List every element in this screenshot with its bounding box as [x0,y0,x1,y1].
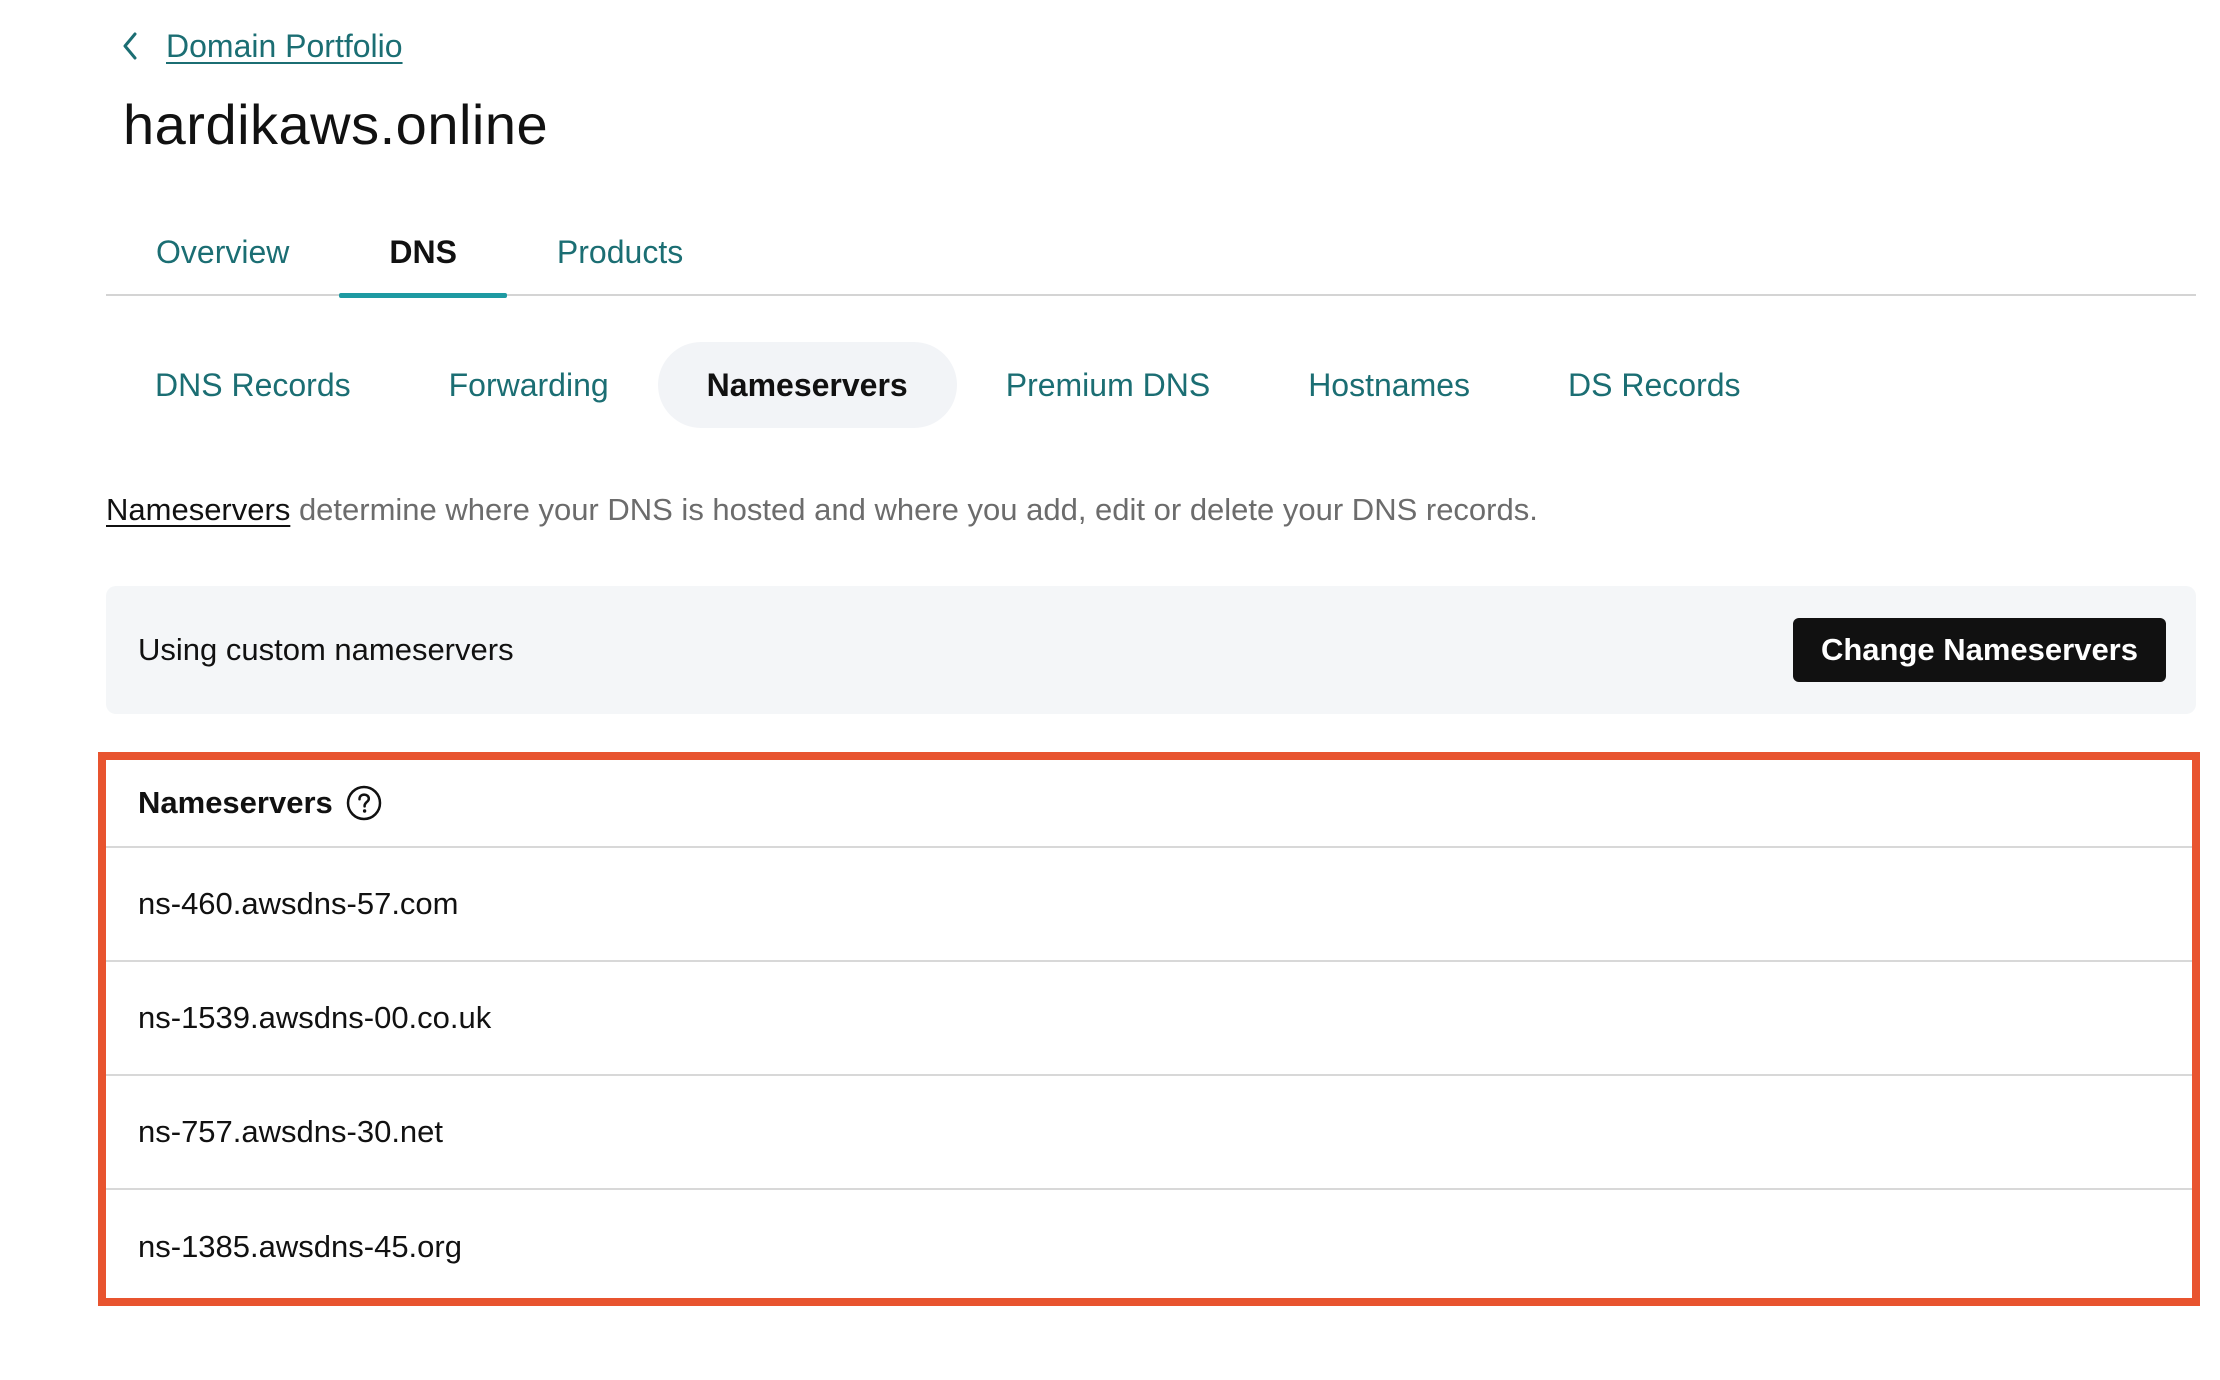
nameservers-help-link[interactable]: Nameservers [106,492,290,527]
subtab-ds-records[interactable]: DS Records [1519,342,1790,428]
subtab-premium-dns[interactable]: Premium DNS [957,342,1259,428]
subtab-hostnames[interactable]: Hostnames [1259,342,1519,428]
breadcrumb: Domain Portfolio [118,22,403,70]
nameserver-status-banner: Using custom nameservers Change Nameserv… [106,586,2196,714]
table-header: Nameservers [106,760,2192,848]
page: Domain Portfolio hardikaws.online Overvi… [0,0,2220,1380]
nameservers-header-label: Nameservers [138,785,333,820]
subtab-forwarding[interactable]: Forwarding [400,342,658,428]
tab-overview[interactable]: Overview [106,208,339,296]
tab-dns[interactable]: DNS [339,208,507,298]
change-nameservers-button[interactable]: Change Nameservers [1792,618,2166,682]
page-title: hardikaws.online [123,93,549,156]
question-circle-icon[interactable] [345,784,383,822]
subtab-dns-records[interactable]: DNS Records [106,342,400,428]
chevron-left-icon[interactable] [118,30,142,62]
table-row: ns-460.awsdns-57.com [106,848,2192,962]
breadcrumb-link-domain-portfolio[interactable]: Domain Portfolio [166,28,403,65]
nameservers-table: Nameservers ns-460.awsdns-57.com ns-1539… [106,760,2192,1304]
status-text: Using custom nameservers [138,632,514,667]
table-row: ns-757.awsdns-30.net [106,1076,2192,1190]
nameservers-description: Nameservers determine where your DNS is … [106,492,1538,528]
description-text: determine where your DNS is hosted and w… [290,492,1538,527]
subtab-nameservers[interactable]: Nameservers [657,342,957,428]
table-row: ns-1385.awsdns-45.org [138,1229,462,1264]
table-row: ns-1539.awsdns-00.co.uk [106,962,2192,1076]
primary-tabs: Overview DNS Products [106,208,2196,298]
dns-sub-tabs: DNS Records Forwarding Nameservers Premi… [106,342,1790,428]
tab-products[interactable]: Products [507,208,733,296]
